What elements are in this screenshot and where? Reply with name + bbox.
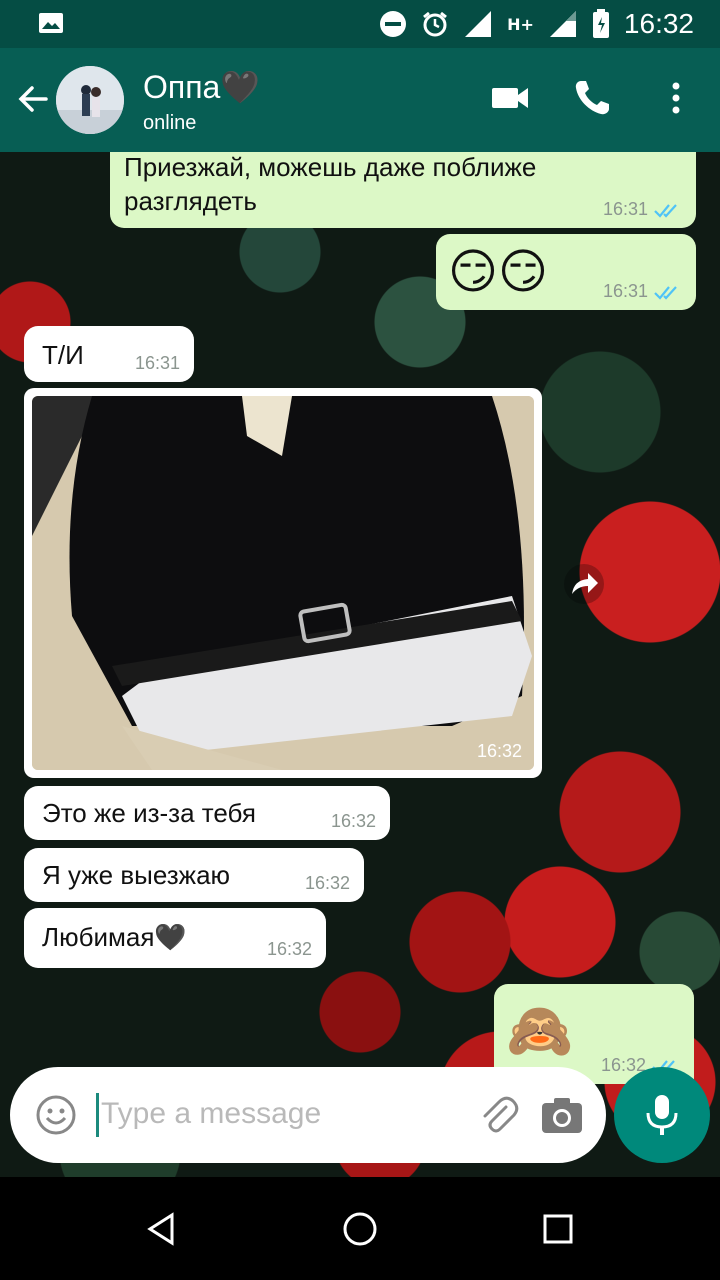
photo-message[interactable]: 16:32	[24, 388, 542, 778]
forward-icon[interactable]	[564, 564, 604, 604]
message-bubble-incoming[interactable]: Т/И 16:31	[24, 326, 194, 382]
signal-icon	[465, 11, 492, 37]
message-bubble-outgoing[interactable]: 😏😏 16:31	[436, 234, 696, 310]
message-meta: 16:32	[331, 811, 376, 832]
message-meta: 16:32	[305, 873, 350, 894]
message-time: 16:32	[330, 811, 376, 831]
message-bubble-outgoing[interactable]: Приезжай, можешь даже поближе разглядеть…	[110, 152, 696, 228]
signal-2-icon	[549, 11, 576, 37]
voice-call-icon[interactable]	[572, 78, 612, 118]
message-meta: 16:32	[267, 939, 312, 960]
message-time: 16:32	[304, 873, 350, 893]
home-nav-icon[interactable]	[340, 1209, 380, 1249]
chat-area[interactable]: Приезжай, можешь даже поближе разглядеть…	[0, 152, 720, 1177]
message-text: Я уже выезжаю	[42, 860, 231, 890]
contact-name[interactable]: Оппа🖤	[143, 68, 260, 106]
system-navigation-bar	[0, 1177, 720, 1280]
message-text: 😏😏	[448, 244, 549, 300]
alarm-icon	[423, 11, 448, 37]
message-time: 16:31	[134, 353, 180, 373]
network-type-label: H+	[507, 14, 534, 34]
message-meta: 16:31	[603, 199, 682, 220]
recents-nav-icon[interactable]	[538, 1209, 578, 1249]
back-arrow-icon[interactable]	[16, 82, 50, 116]
video-call-icon[interactable]	[490, 78, 530, 118]
message-bubble-incoming[interactable]: Любимая🖤 16:32	[24, 908, 326, 968]
contact-status: online	[143, 112, 197, 134]
message-time: 16:32	[266, 939, 312, 959]
message-meta: 16:31	[603, 281, 682, 302]
message-meta: 16:31	[135, 353, 180, 374]
camera-icon[interactable]	[540, 1095, 584, 1135]
message-bubble-incoming[interactable]: Это же из-за тебя 16:32	[24, 786, 390, 840]
message-text: Приезжай, можешь даже поближе	[124, 152, 537, 182]
message-text: Это же из-за тебя	[42, 798, 256, 828]
message-composer: Type a message	[10, 1067, 606, 1163]
voice-record-button[interactable]	[614, 1067, 710, 1163]
photo-image[interactable]	[32, 396, 534, 770]
more-options-icon[interactable]	[656, 78, 696, 118]
battery-icon	[592, 9, 609, 38]
message-input[interactable]: Type a message	[96, 1093, 321, 1137]
gallery-notification-icon	[39, 13, 63, 33]
attach-icon[interactable]	[476, 1093, 520, 1137]
clock: 16:32	[623, 8, 694, 39]
read-ticks-icon	[654, 285, 677, 300]
read-ticks-icon	[654, 203, 677, 218]
message-text: Т/И	[42, 340, 84, 370]
emoji-icon[interactable]	[34, 1093, 78, 1137]
message-time: 16:31	[602, 199, 648, 219]
contact-avatar[interactable]	[56, 66, 124, 134]
microphone-icon	[646, 1095, 678, 1135]
message-text: разглядеть	[124, 186, 257, 216]
status-bar: H+ 16:32	[0, 0, 720, 48]
message-text: Любимая🖤	[42, 922, 187, 952]
message-text: 🙈	[506, 999, 574, 1062]
back-nav-icon[interactable]	[142, 1209, 182, 1249]
do-not-disturb-icon	[380, 11, 407, 37]
message-time: 16:32	[476, 741, 522, 761]
message-time: 16:31	[602, 281, 648, 301]
message-bubble-incoming[interactable]: Я уже выезжаю 16:32	[24, 848, 364, 902]
chat-header: Оппа🖤 online	[0, 48, 720, 152]
